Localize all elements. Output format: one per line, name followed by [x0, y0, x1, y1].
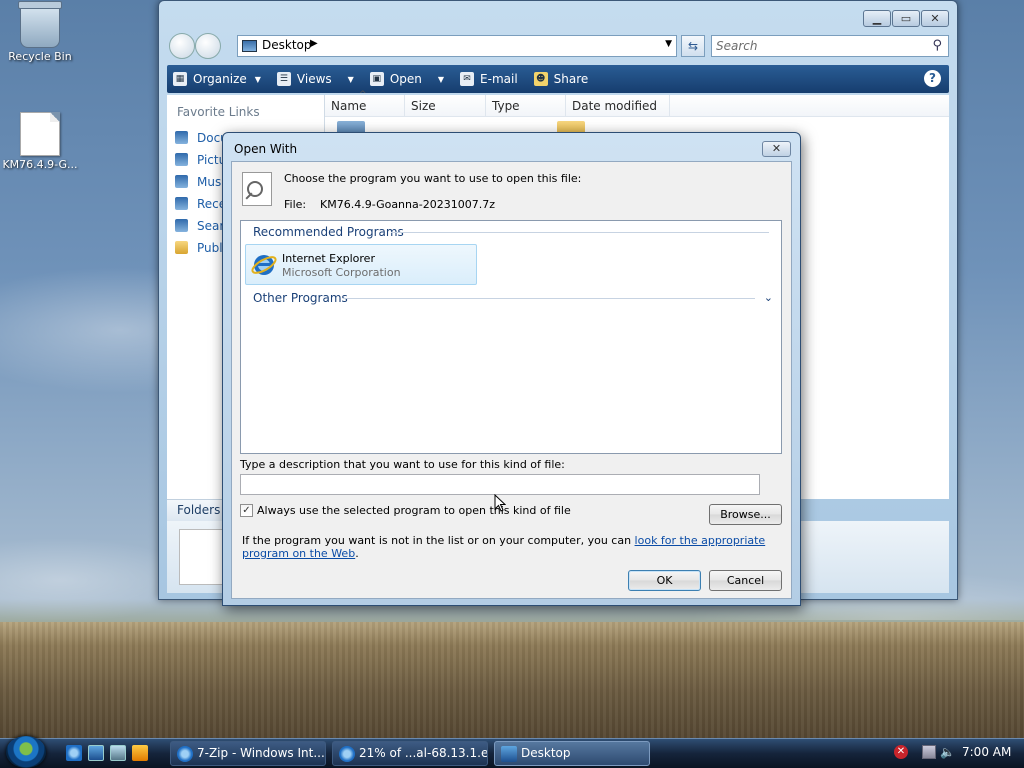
recycle-bin-icon: [18, 1, 62, 48]
internet-explorer-quicklaunch-icon[interactable]: [66, 745, 82, 761]
dialog-close-button[interactable]: ✕: [762, 141, 791, 157]
search-placeholder: Search: [716, 39, 758, 53]
dialog-title: Open With: [234, 142, 298, 156]
column-type[interactable]: Type: [486, 95, 566, 116]
organize-menu[interactable]: ▦ Organize ▼: [173, 72, 261, 86]
address-bar[interactable]: Desktop ▶ ▼: [237, 35, 677, 57]
music-icon: [175, 175, 188, 188]
file-label: File:: [284, 198, 307, 211]
desktop-location-icon: [242, 40, 257, 52]
file-search-icon: [242, 172, 272, 206]
favorite-links-header: Favorite Links: [177, 105, 260, 119]
desktop-icon-recycle-bin[interactable]: Recycle Bin: [0, 1, 80, 63]
taskbar-button-desktop[interactable]: Desktop: [494, 741, 650, 766]
show-desktop-icon[interactable]: [88, 745, 104, 761]
other-programs-header[interactable]: Other Programs: [253, 291, 348, 305]
command-toolbar: ▦ Organize ▼ ☰ Views ▼ ▣ Open ▼ ✉ E-mail ☻ Share…: [167, 65, 949, 93]
refresh-button[interactable]: ⇆: [681, 35, 705, 57]
description-input[interactable]: [240, 474, 760, 495]
media-player-icon[interactable]: [132, 745, 148, 761]
close-button[interactable]: ✕: [921, 10, 949, 27]
share-button[interactable]: ☻ Share: [533, 72, 588, 86]
start-button[interactable]: [6, 736, 46, 768]
open-icon: ▣: [369, 72, 384, 86]
file-name: KM76.4.9-Goanna-20231007.7z: [320, 198, 495, 211]
switch-windows-icon[interactable]: [110, 745, 126, 761]
chevron-down-icon: ▼: [254, 74, 261, 84]
file-preview-icon: [179, 529, 223, 585]
description-label: Type a description that you want to use …: [240, 458, 565, 471]
address-row: Desktop ▶ ▼ ⇆ Search ⚲: [167, 33, 949, 59]
breadcrumb-arrow-icon[interactable]: ▶: [310, 38, 318, 49]
views-icon: ☰: [276, 72, 291, 86]
dialog-body: Choose the program you want to use to op…: [231, 161, 792, 599]
network-icon[interactable]: [922, 745, 936, 759]
maximize-button[interactable]: ▭: [892, 10, 920, 27]
share-icon: ☻: [533, 72, 548, 86]
chevron-down-icon[interactable]: ⌄: [764, 291, 773, 304]
system-tray: ✕ 🔈 7:00 AM: [888, 740, 1024, 768]
documents-icon: [175, 131, 188, 144]
desktop-icon-label: Recycle Bin: [8, 50, 72, 63]
address-text: Desktop: [262, 38, 312, 52]
group-divider: [343, 298, 755, 299]
help-icon[interactable]: ?: [924, 70, 941, 87]
ok-button[interactable]: OK: [628, 570, 701, 591]
forward-button[interactable]: [195, 33, 221, 59]
column-name[interactable]: Name: [325, 90, 405, 116]
address-dropdown-icon[interactable]: ▼: [665, 39, 672, 49]
recommended-programs-header: Recommended Programs: [253, 225, 404, 239]
always-use-checkbox[interactable]: ✓: [240, 504, 253, 517]
always-use-label: Always use the selected program to open …: [257, 504, 571, 517]
back-button[interactable]: [169, 33, 195, 59]
pictures-icon: [175, 153, 188, 166]
always-use-row: ✓ Always use the selected program to ope…: [240, 504, 571, 517]
search-input[interactable]: Search ⚲: [711, 35, 949, 57]
organize-icon: ▦: [173, 72, 187, 86]
searches-icon: [175, 219, 188, 232]
column-size[interactable]: Size: [405, 95, 486, 116]
program-name: Internet Explorer: [282, 252, 375, 265]
email-button[interactable]: ✉ E-mail: [460, 72, 518, 86]
minimize-button[interactable]: ▁: [863, 10, 891, 27]
group-divider: [391, 232, 769, 233]
clock[interactable]: 7:00 AM: [962, 745, 1011, 759]
security-alert-icon[interactable]: ✕: [894, 745, 908, 759]
taskbar-button-7zip[interactable]: 7-Zip - Windows Int...: [170, 741, 326, 766]
chevron-down-icon: ▼: [347, 74, 354, 84]
internet-explorer-icon: [251, 255, 277, 275]
choose-program-text: Choose the program you want to use to op…: [284, 172, 582, 185]
info-text: If the program you want is not in the li…: [242, 534, 766, 560]
window-controls: ▁ ▭ ✕: [863, 10, 949, 27]
internet-explorer-icon: [339, 746, 355, 762]
desktop-icon-archive-file[interactable]: KM76.4.9-G...: [0, 112, 80, 171]
views-menu[interactable]: ☰ Views ▼: [276, 72, 354, 86]
column-date-modified[interactable]: Date modified: [566, 95, 670, 116]
browse-button[interactable]: Browse...: [709, 504, 782, 525]
open-menu[interactable]: ▣ Open ▼: [369, 72, 445, 86]
open-with-dialog: Open With ✕ Choose the program you want …: [222, 132, 801, 606]
desktop-ground: [0, 622, 1024, 740]
program-list[interactable]: Recommended Programs Internet Explorer M…: [240, 220, 782, 454]
internet-explorer-icon: [177, 746, 193, 762]
mouse-cursor-icon: [494, 494, 506, 512]
program-item-internet-explorer[interactable]: Internet Explorer Microsoft Corporation: [245, 244, 477, 285]
recent-icon: [175, 197, 188, 210]
folder-icon: [175, 241, 188, 254]
file-icon: [20, 112, 60, 156]
desktop-icon-label: KM76.4.9-G...: [2, 158, 78, 171]
cancel-button[interactable]: Cancel: [709, 570, 782, 591]
chevron-down-icon: ▼: [437, 74, 445, 84]
explorer-window-icon: [501, 746, 517, 762]
column-headers: Name Size Type Date modified: [325, 90, 949, 117]
volume-icon[interactable]: 🔈: [940, 745, 955, 759]
taskbar-button-download[interactable]: 21% of ...al-68.13.1.e...: [332, 741, 488, 766]
email-icon: ✉: [460, 72, 475, 86]
program-publisher: Microsoft Corporation: [282, 266, 401, 279]
search-icon[interactable]: ⚲: [932, 38, 942, 53]
